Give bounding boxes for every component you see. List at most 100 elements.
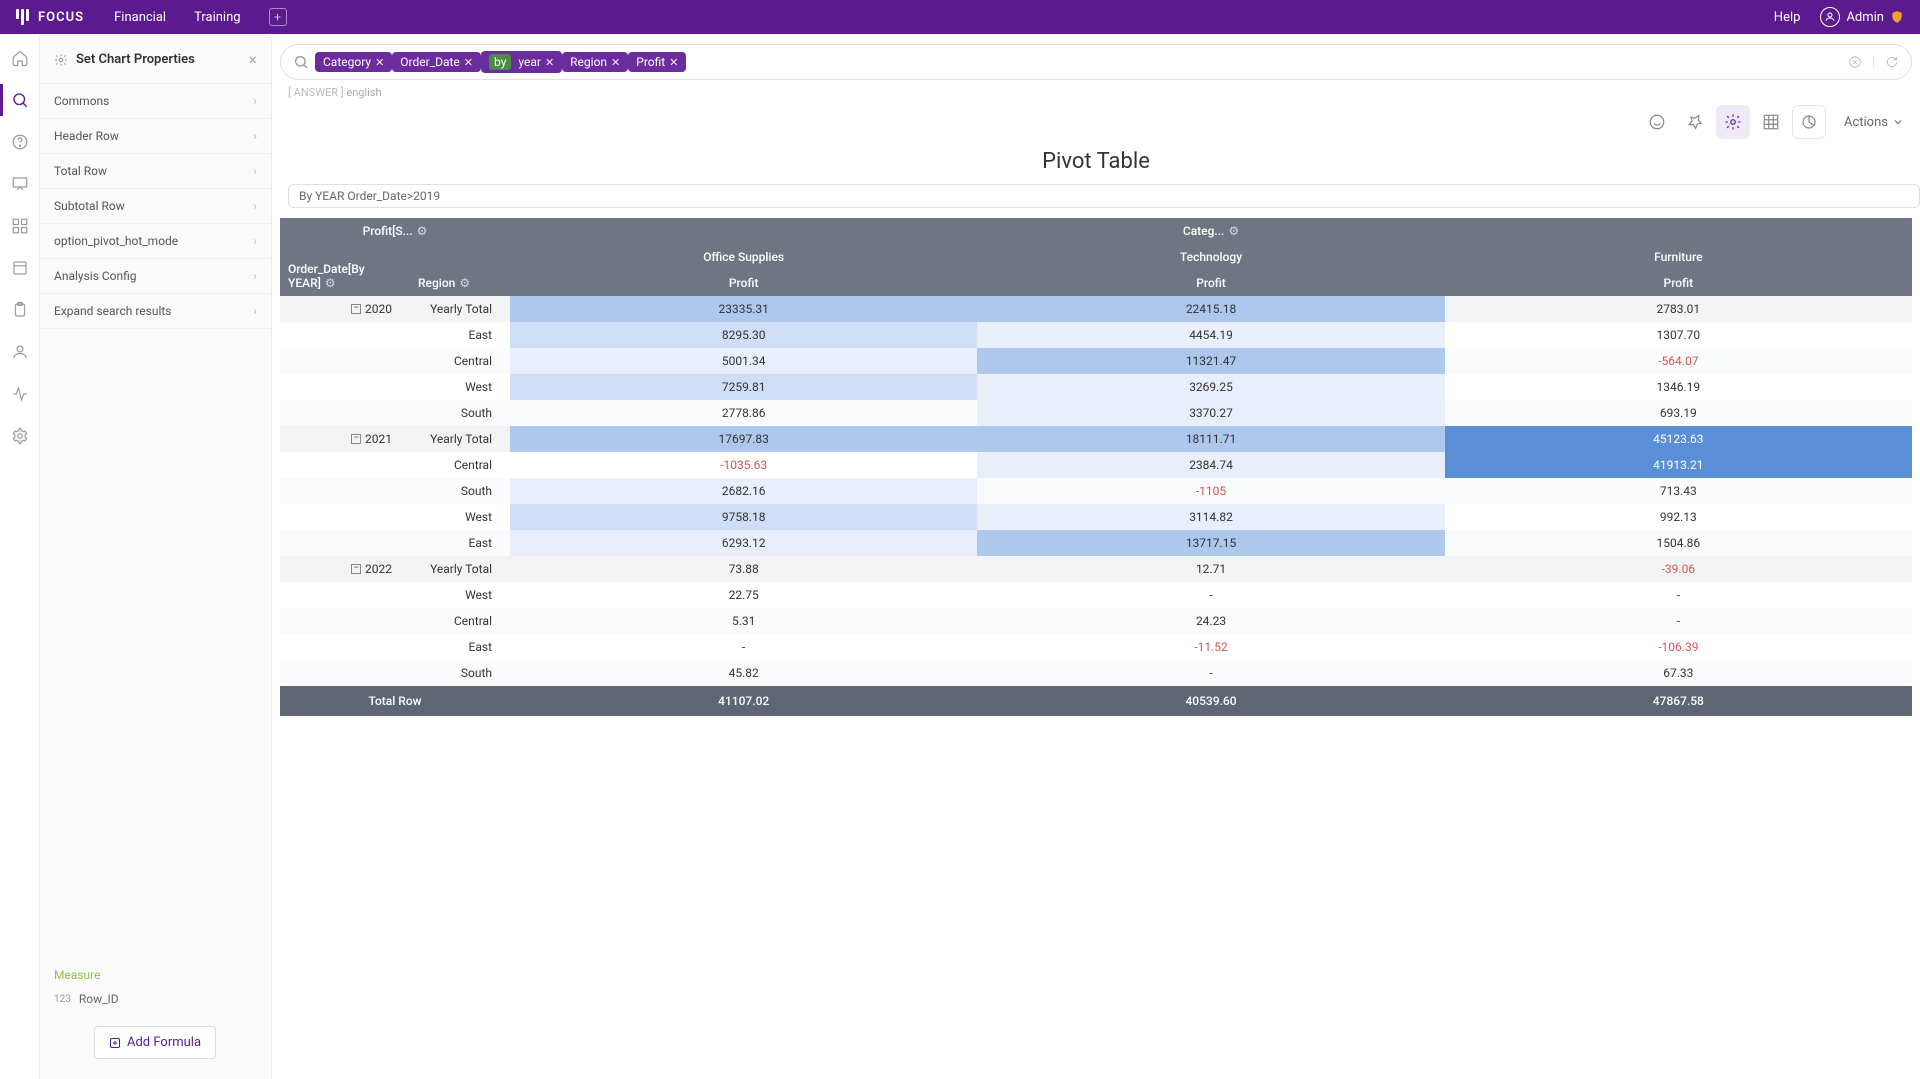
pivot-cell[interactable]: 24.23 xyxy=(977,608,1444,634)
user-menu[interactable]: Admin xyxy=(1820,7,1904,27)
search-pill[interactable]: Order_Date ✕ xyxy=(392,52,481,72)
pivot-cell[interactable]: 22.75 xyxy=(510,582,977,608)
year-cell[interactable]: 2020 xyxy=(280,296,410,322)
region-cell[interactable]: East xyxy=(410,530,510,556)
chart-settings-icon[interactable] xyxy=(1716,105,1750,139)
presentation-icon[interactable] xyxy=(10,174,30,194)
actions-menu[interactable]: Actions xyxy=(1844,115,1904,130)
brand-logo[interactable]: FOCUS xyxy=(16,9,84,25)
pivot-cell[interactable]: 2783.01 xyxy=(1445,296,1912,322)
pivot-cell[interactable]: -564.07 xyxy=(1445,348,1912,374)
year-cell[interactable]: 2022 xyxy=(280,556,410,582)
pivot-cell[interactable]: 4454.19 xyxy=(977,322,1444,348)
cat-technology[interactable]: Technology xyxy=(977,244,1444,270)
add-tab-button[interactable]: + xyxy=(269,8,287,26)
layers-icon[interactable] xyxy=(10,258,30,278)
collapse-icon[interactable] xyxy=(351,434,361,444)
pill-remove-icon[interactable]: ✕ xyxy=(545,56,554,69)
region-cell[interactable]: South xyxy=(410,660,510,686)
pivot-cell[interactable]: 12.71 xyxy=(977,556,1444,582)
pivot-cell[interactable]: 1504.86 xyxy=(1445,530,1912,556)
year-cell[interactable]: 2021 xyxy=(280,426,410,452)
cat-office[interactable]: Office Supplies xyxy=(510,244,977,270)
pivot-cell[interactable]: 3269.25 xyxy=(977,374,1444,400)
region-cell[interactable]: East xyxy=(410,634,510,660)
pivot-cell[interactable]: 2778.86 xyxy=(510,400,977,426)
pivot-cell[interactable]: 67.33 xyxy=(1445,660,1912,686)
clipboard-icon[interactable] xyxy=(10,300,30,320)
pill-remove-icon[interactable]: ✕ xyxy=(375,56,384,69)
pivot-cell[interactable]: 22415.18 xyxy=(977,296,1444,322)
settings-rail-icon[interactable] xyxy=(10,426,30,446)
row-dim-2[interactable]: Region⚙ xyxy=(410,244,510,296)
pivot-cell[interactable]: 17697.83 xyxy=(510,426,977,452)
home-icon[interactable] xyxy=(10,48,30,68)
region-cell[interactable]: Central xyxy=(410,452,510,478)
pivot-cell[interactable]: - xyxy=(977,660,1444,686)
search-pill[interactable]: Region ✕ xyxy=(562,52,628,72)
region-cell[interactable]: West xyxy=(410,582,510,608)
pivot-cell[interactable]: -11.52 xyxy=(977,634,1444,660)
pivot-cell[interactable]: 45.82 xyxy=(510,660,977,686)
pivot-cell[interactable]: 1346.19 xyxy=(1445,374,1912,400)
pill-remove-icon[interactable]: ✕ xyxy=(464,56,473,69)
region-cell[interactable]: Central xyxy=(410,608,510,634)
panel-item[interactable]: option_pivot_hot_mode› xyxy=(40,224,271,259)
pivot-cell[interactable]: 3114.82 xyxy=(977,504,1444,530)
pivot-cell[interactable]: 992.13 xyxy=(1445,504,1912,530)
pivot-cell[interactable]: -39.06 xyxy=(1445,556,1912,582)
pivot-cell[interactable]: - xyxy=(1445,608,1912,634)
pivot-cell[interactable]: 73.88 xyxy=(510,556,977,582)
panel-item[interactable]: Expand search results› xyxy=(40,294,271,329)
pivot-cell[interactable]: - xyxy=(977,582,1444,608)
collapse-icon[interactable] xyxy=(351,304,361,314)
category-header[interactable]: Categ...⚙ xyxy=(510,218,1912,244)
gear-icon[interactable]: ⚙ xyxy=(325,276,336,290)
pivot-cell[interactable]: 8295.30 xyxy=(510,322,977,348)
pivot-cell[interactable]: 11321.47 xyxy=(977,348,1444,374)
gear-icon[interactable]: ⚙ xyxy=(459,276,470,290)
panel-item[interactable]: Subtotal Row› xyxy=(40,189,271,224)
pivot-cell[interactable]: 18111.71 xyxy=(977,426,1444,452)
pivot-cell[interactable]: 41913.21 xyxy=(1445,452,1912,478)
panel-item[interactable]: Header Row› xyxy=(40,119,271,154)
pivot-cell[interactable]: 5.31 xyxy=(510,608,977,634)
clear-search-icon[interactable] xyxy=(1848,55,1862,70)
search-bar[interactable]: Category ✕Order_Date ✕byyear ✕Region ✕Pr… xyxy=(280,44,1912,80)
help-rail-icon[interactable] xyxy=(10,132,30,152)
search-pill[interactable]: Category ✕ xyxy=(315,52,392,72)
grid-icon[interactable] xyxy=(10,216,30,236)
region-cell[interactable]: Central xyxy=(410,348,510,374)
pill-remove-icon[interactable]: ✕ xyxy=(611,56,620,69)
panel-item[interactable]: Commons› xyxy=(40,84,271,119)
pivot-cell[interactable]: 6293.12 xyxy=(510,530,977,556)
add-formula-button[interactable]: Add Formula xyxy=(94,1026,216,1059)
row-dim-1[interactable]: Order_Date[By YEAR]⚙ xyxy=(280,244,410,296)
nav-financial[interactable]: Financial xyxy=(114,10,166,25)
measure-row[interactable]: 123 Row_ID xyxy=(54,992,257,1006)
panel-close-button[interactable]: × xyxy=(248,50,257,69)
collapse-icon[interactable] xyxy=(351,564,361,574)
pivot-cell[interactable]: -1035.63 xyxy=(510,452,977,478)
table-view-icon[interactable] xyxy=(1754,105,1788,139)
chart-type-icon[interactable] xyxy=(1792,105,1826,139)
pivot-cell[interactable]: 3370.27 xyxy=(977,400,1444,426)
filter-chip[interactable]: By YEAR Order_Date>2019 xyxy=(288,184,1920,208)
pivot-cell[interactable]: 693.19 xyxy=(1445,400,1912,426)
help-link[interactable]: Help xyxy=(1774,10,1801,25)
pivot-cell[interactable]: 9758.18 xyxy=(510,504,977,530)
pivot-cell[interactable]: 13717.15 xyxy=(977,530,1444,556)
pin-icon[interactable] xyxy=(1678,105,1712,139)
pivot-cell[interactable]: 713.43 xyxy=(1445,478,1912,504)
region-cell[interactable]: West xyxy=(410,374,510,400)
measure-header[interactable]: Profit[S...⚙ xyxy=(280,218,510,244)
region-cell[interactable]: East xyxy=(410,322,510,348)
pivot-cell[interactable]: -106.39 xyxy=(1445,634,1912,660)
pivot-cell[interactable]: 23335.31 xyxy=(510,296,977,322)
gear-icon[interactable]: ⚙ xyxy=(1228,224,1239,238)
search-pill[interactable]: Profit ✕ xyxy=(628,52,686,72)
pill-remove-icon[interactable]: ✕ xyxy=(669,56,678,69)
cat-furniture[interactable]: Furniture xyxy=(1445,244,1912,270)
pivot-cell[interactable]: 2384.74 xyxy=(977,452,1444,478)
pivot-cell[interactable]: 5001.34 xyxy=(510,348,977,374)
